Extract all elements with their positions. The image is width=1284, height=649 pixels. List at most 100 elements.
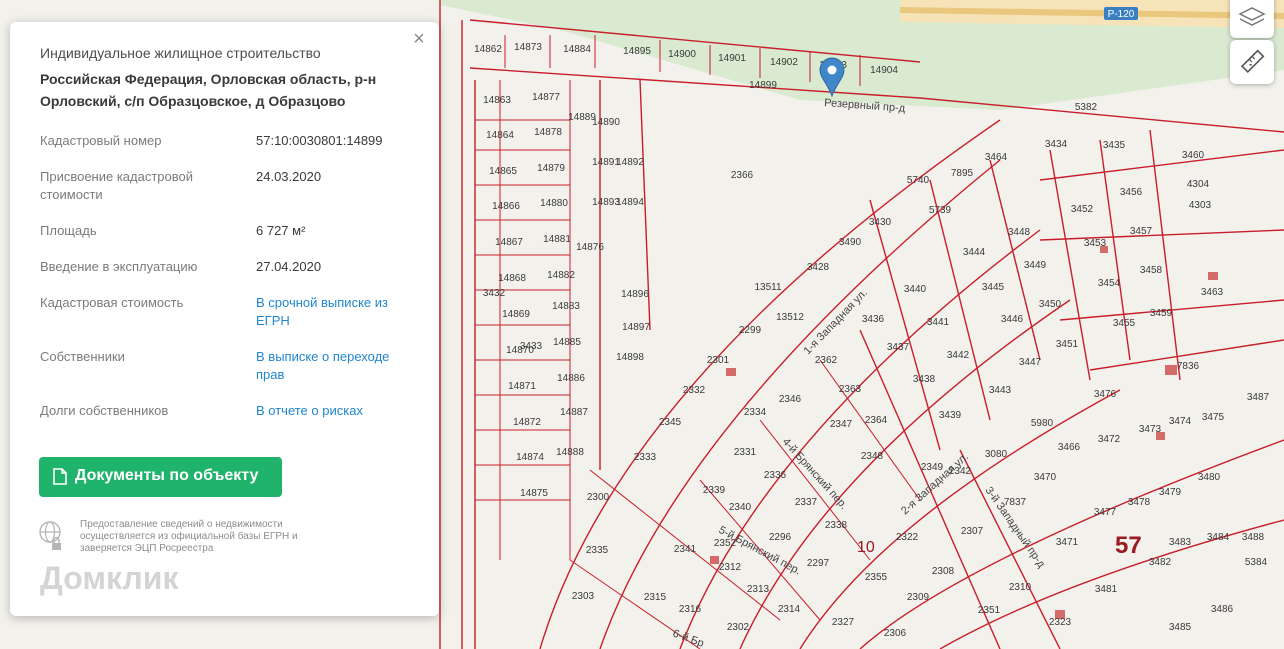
parcel-number: 14902 bbox=[770, 57, 798, 68]
parcel-number: 14885 bbox=[553, 337, 581, 348]
document-icon bbox=[53, 468, 67, 485]
marker-dot-icon bbox=[827, 65, 837, 75]
documents-button-label: Документы по объекту bbox=[75, 467, 259, 484]
parcel-number: 14895 bbox=[623, 46, 651, 57]
parcel-number: 2346 bbox=[779, 394, 802, 405]
parcel-number: 14863 bbox=[483, 95, 511, 106]
parcel-number: 3466 bbox=[1058, 442, 1081, 453]
row-value: 57:10:0030801:14899 bbox=[256, 133, 383, 148]
parcel-number: 3437 bbox=[887, 342, 910, 353]
parcel-number: 14862 bbox=[474, 44, 502, 55]
parcel-number: 3432 bbox=[483, 288, 506, 299]
parcel-number: 3448 bbox=[1008, 227, 1031, 238]
parcel-number: 2337 bbox=[795, 497, 818, 508]
globe-lock-icon bbox=[39, 521, 61, 550]
parcel-number: 3478 bbox=[1128, 497, 1151, 508]
parcel-number: 14884 bbox=[563, 44, 591, 55]
parcel-number: 5739 bbox=[929, 205, 952, 216]
parcel-number: 3481 bbox=[1095, 584, 1118, 595]
parcel-number: 14886 bbox=[557, 373, 585, 384]
ruler-button[interactable] bbox=[1230, 40, 1274, 84]
parcel-number: 2332 bbox=[683, 385, 706, 396]
parcel-number: 2355 bbox=[865, 572, 888, 583]
ruler-icon bbox=[1240, 49, 1265, 74]
layers-button[interactable] bbox=[1230, 0, 1274, 38]
parcel-number: 14896 bbox=[621, 289, 649, 300]
parcel-number: 3433 bbox=[520, 341, 543, 352]
parcel-number: 2347 bbox=[830, 419, 853, 430]
parcel-number: 3446 bbox=[1001, 314, 1024, 325]
parcel-number: 3440 bbox=[904, 284, 927, 295]
parcel-number: 3449 bbox=[1024, 260, 1047, 271]
row-label: Кадастровый номер bbox=[40, 133, 162, 148]
parcel-number: 3455 bbox=[1113, 318, 1136, 329]
parcel-number: 5740 bbox=[907, 175, 930, 186]
parcel-number: 13512 bbox=[776, 312, 804, 323]
parcel-number: 3442 bbox=[947, 350, 970, 361]
risk-report-link[interactable]: В отчете о рисках bbox=[256, 402, 416, 420]
parcel-number: 2339 bbox=[703, 485, 726, 496]
parcel-number: 3479 bbox=[1159, 487, 1182, 498]
parcel-number: 2345 bbox=[659, 417, 682, 428]
parcel-number: 2308 bbox=[932, 566, 955, 577]
parcel-number: 14866 bbox=[492, 201, 520, 212]
row-label: Долги собственников bbox=[40, 403, 169, 418]
parcel-number: 3474 bbox=[1169, 416, 1192, 427]
parcel-number: 2323 bbox=[1049, 617, 1072, 628]
parcel-number: 7836 bbox=[1177, 361, 1200, 372]
parcel-number: 7895 bbox=[951, 168, 974, 179]
parcel-number: 14901 bbox=[718, 53, 746, 64]
documents-button[interactable]: Документы по объекту bbox=[39, 457, 282, 497]
parcel-number: 2306 bbox=[884, 628, 907, 639]
parcel-number: 14894 bbox=[616, 197, 644, 208]
ownership-transfer-link[interactable]: В выписке о переходе прав bbox=[256, 348, 416, 384]
parcel-number: 14865 bbox=[489, 166, 517, 177]
parcel-number: 2334 bbox=[744, 407, 767, 418]
parcel-number: 3486 bbox=[1211, 604, 1234, 615]
parcel-number: 2300 bbox=[587, 492, 610, 503]
parcel-number: 3080 bbox=[985, 449, 1008, 460]
parcel-number: 2315 bbox=[644, 592, 667, 603]
parcel-number: 14867 bbox=[495, 237, 523, 248]
parcel-number: 2351 bbox=[978, 605, 1001, 616]
parcel-number: 14888 bbox=[556, 447, 584, 458]
parcel-number: 3473 bbox=[1139, 424, 1162, 435]
parcel-number: 2299 bbox=[739, 325, 762, 336]
parcel-number: 2322 bbox=[896, 532, 919, 543]
close-button[interactable]: × bbox=[409, 29, 429, 50]
parcel-number: 3470 bbox=[1034, 472, 1057, 483]
parcel-number: 3454 bbox=[1098, 278, 1121, 289]
parcel-number: 14878 bbox=[534, 127, 562, 138]
parcel-number: 14882 bbox=[547, 270, 575, 281]
parcel-number: 14899 bbox=[749, 80, 777, 91]
parcel-number: 2309 bbox=[907, 592, 930, 603]
parcel-number: 2341 bbox=[674, 544, 697, 555]
parcel-number: 14873 bbox=[514, 42, 542, 53]
parcel-number: 2340 bbox=[729, 502, 752, 513]
parcel-number: 2296 bbox=[769, 532, 792, 543]
parcel-number: 2331 bbox=[734, 447, 757, 458]
parcel-number: 2335 bbox=[586, 545, 609, 556]
parcel-number: 3483 bbox=[1169, 537, 1192, 548]
parcel-number: 4303 bbox=[1189, 200, 1212, 211]
parcel-number: 4304 bbox=[1187, 179, 1210, 190]
parcel-number: 2312 bbox=[719, 562, 742, 573]
parcel-number: 3428 bbox=[807, 262, 830, 273]
parcel-number: 3476 bbox=[1094, 389, 1117, 400]
parcel-number: 2362 bbox=[815, 355, 838, 366]
parcel-number: 3441 bbox=[927, 317, 950, 328]
parcel-number: 2333 bbox=[634, 452, 657, 463]
parcel-number: 3463 bbox=[1201, 287, 1224, 298]
parcel-number: 3472 bbox=[1098, 434, 1121, 445]
property-address: Российская Федерация, Орловская область,… bbox=[40, 71, 377, 109]
parcel-number: 3434 bbox=[1045, 139, 1068, 150]
egrn-extract-link[interactable]: В срочной выписке из ЕГРН bbox=[256, 294, 416, 330]
parcel-number: 3488 bbox=[1242, 532, 1265, 543]
property-info-card: × Индивидуальное жилищное строительство … bbox=[10, 22, 439, 616]
parcel-number: 3444 bbox=[963, 247, 986, 258]
row-label: Площадь bbox=[40, 223, 97, 238]
parcel-number: 3485 bbox=[1169, 622, 1192, 633]
parcel-number: 3484 bbox=[1207, 532, 1230, 543]
parcel-number: 2348 bbox=[861, 451, 884, 462]
block-number: 57 bbox=[1115, 532, 1142, 559]
